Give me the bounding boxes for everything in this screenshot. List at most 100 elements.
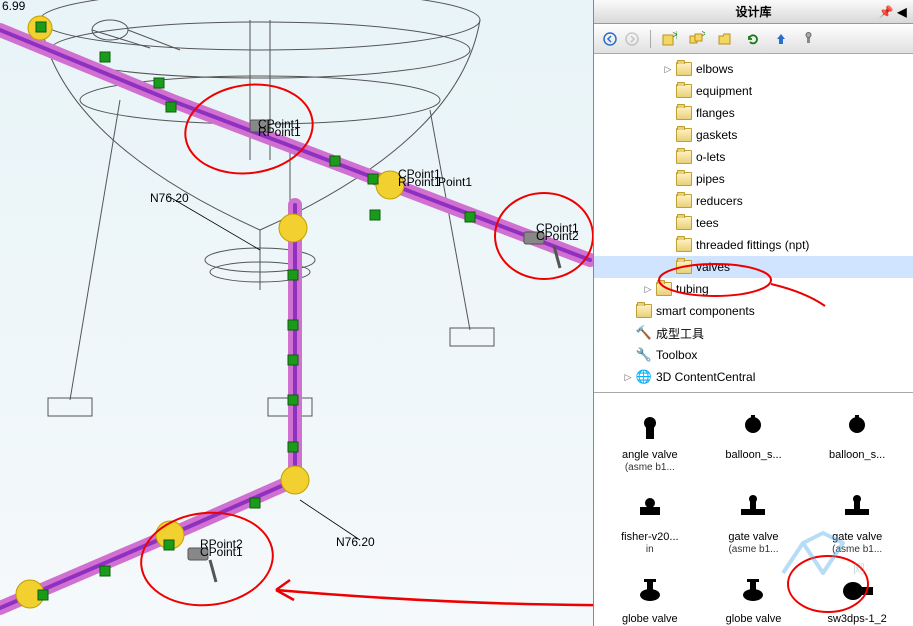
- tree-item-label: reducers: [696, 194, 743, 208]
- expander-icon[interactable]: [662, 195, 674, 207]
- tree-item-label: equipment: [696, 84, 752, 98]
- tree-item-label: tubing: [676, 282, 709, 296]
- tree-item-3d-contentcentral[interactable]: ▷🌐 3D ContentCentral: [594, 366, 913, 388]
- expander-icon[interactable]: [622, 349, 634, 361]
- panel-title-bar: 设计库 📌 ◀: [594, 0, 913, 24]
- expander-icon[interactable]: [662, 129, 674, 141]
- expander-icon[interactable]: [662, 173, 674, 185]
- tree-item--[interactable]: 🔨成型工具: [594, 322, 913, 344]
- svg-text:N76.20: N76.20: [150, 191, 189, 205]
- thumb-fisher-v20-[interactable]: fisher-v20...in: [600, 485, 700, 559]
- forward-button[interactable]: [622, 29, 642, 49]
- expander-icon[interactable]: [662, 239, 674, 251]
- folder-icon: [676, 150, 692, 164]
- tree-item-label: elbows: [696, 62, 733, 76]
- forming-icon: 🔨: [636, 325, 652, 341]
- folder-icon: [676, 172, 692, 186]
- folder-icon: [676, 194, 692, 208]
- tree-item-tees[interactable]: tees: [594, 212, 913, 234]
- folder-icon: [676, 238, 692, 252]
- thumb-label: globe valve: [726, 613, 782, 626]
- valve-thumb-icon: [626, 407, 674, 447]
- tree-item-label: 3D ContentCentral: [656, 370, 755, 384]
- back-button[interactable]: [600, 29, 620, 49]
- folder-icon: [636, 304, 652, 318]
- expander-icon[interactable]: ▷: [662, 63, 674, 75]
- thumb-label: angle valve: [622, 449, 678, 462]
- expander-icon[interactable]: [662, 217, 674, 229]
- panel-title-text: 设计库: [735, 3, 771, 20]
- globe-icon: 🌐: [636, 369, 652, 385]
- expander-icon[interactable]: [662, 151, 674, 163]
- tree-item-label: threaded fittings (npt): [696, 238, 809, 252]
- thumb-balloon-s-[interactable]: balloon_s...: [704, 403, 804, 477]
- open-folder-icon[interactable]: [715, 29, 735, 49]
- thumb-globe-valve[interactable]: globe valve: [600, 567, 700, 626]
- tree-item-flanges[interactable]: flanges: [594, 102, 913, 124]
- tree-item-tubing[interactable]: ▷ tubing: [594, 278, 913, 300]
- svg-text:＊: ＊: [700, 31, 705, 41]
- svg-text:网: 网: [853, 562, 865, 576]
- expander-icon[interactable]: [662, 107, 674, 119]
- markup-circle-2: [494, 192, 593, 280]
- tree-item-label: valves: [696, 260, 730, 274]
- expander-icon[interactable]: ▷: [642, 283, 654, 295]
- thumb-balloon-s-[interactable]: balloon_s...: [807, 403, 907, 477]
- config-icon[interactable]: [799, 29, 819, 49]
- toolbar-separator: [650, 30, 651, 48]
- svg-text:RPoint1: RPoint1: [398, 175, 441, 189]
- expander-icon[interactable]: [662, 261, 674, 273]
- thumb-label: globe valve: [622, 613, 678, 626]
- svg-text:＊: ＊: [671, 31, 677, 42]
- tree-item-label: pipes: [696, 172, 725, 186]
- tree-item-toolbox[interactable]: 🔧 Toolbox: [594, 344, 913, 366]
- refresh-icon[interactable]: [743, 29, 763, 49]
- expander-icon[interactable]: [662, 85, 674, 97]
- valve-thumb-icon: [626, 571, 674, 611]
- tree-item-label: tees: [696, 216, 719, 230]
- tree-item-label: Toolbox: [656, 348, 697, 362]
- tree-item-o-lets[interactable]: o-lets: [594, 146, 913, 168]
- thumb-sublabel: in: [646, 544, 654, 555]
- folder-icon: [676, 260, 692, 274]
- cad-viewport[interactable]: CPoint1RPoint1 CPoint1RPoint1Point1 CPoi…: [0, 0, 593, 626]
- new-part-icon[interactable]: ＊: [659, 29, 679, 49]
- watermark: 网: [763, 523, 883, 596]
- valve-thumb-icon: [626, 489, 674, 529]
- tree-item-label: flanges: [696, 106, 735, 120]
- folder-icon: [676, 62, 692, 76]
- tree-item-pipes[interactable]: pipes: [594, 168, 913, 190]
- thumb-angle-valve[interactable]: angle valve(asme b1...: [600, 403, 700, 477]
- autohide-icon[interactable]: ◀: [895, 5, 909, 19]
- thumb-label: sw3dps-1_2: [827, 613, 886, 626]
- pin-icon[interactable]: 📌: [879, 5, 893, 19]
- markup-arrow: [260, 570, 593, 626]
- tree-item-label: gaskets: [696, 128, 737, 142]
- valve-thumb-icon: [833, 407, 881, 447]
- expander-icon[interactable]: [622, 327, 634, 339]
- up-level-icon[interactable]: [771, 29, 791, 49]
- tree-item-elbows[interactable]: ▷ elbows: [594, 58, 913, 80]
- tree-item-label: o-lets: [696, 150, 725, 164]
- tree-item-equipment[interactable]: equipment: [594, 80, 913, 102]
- expander-icon[interactable]: [622, 305, 634, 317]
- tree-item-label: 成型工具: [656, 325, 704, 342]
- library-toolbar: ＊ ＊: [594, 24, 913, 54]
- thumb-label: balloon_s...: [829, 449, 885, 462]
- folder-icon: [676, 128, 692, 142]
- expander-icon[interactable]: ▷: [622, 371, 634, 383]
- folder-icon: [676, 216, 692, 230]
- tree-item-threaded-fittings-npt-[interactable]: threaded fittings (npt): [594, 234, 913, 256]
- tree-item-label: smart components: [656, 304, 755, 318]
- new-assembly-icon[interactable]: ＊: [687, 29, 707, 49]
- library-tree[interactable]: ▷ elbows equipment flanges gaskets o-lets pipe…: [594, 54, 913, 393]
- toolbox-icon: 🔧: [636, 347, 652, 363]
- thumb-label: balloon_s...: [725, 449, 781, 462]
- valve-thumb-icon: [729, 407, 777, 447]
- thumb-sublabel: (asme b1...: [625, 462, 675, 473]
- tree-item-smart-components[interactable]: smart components: [594, 300, 913, 322]
- tree-item-gaskets[interactable]: gaskets: [594, 124, 913, 146]
- tree-item-valves[interactable]: valves: [594, 256, 913, 278]
- svg-text:6.99: 6.99: [2, 0, 26, 13]
- tree-item-reducers[interactable]: reducers: [594, 190, 913, 212]
